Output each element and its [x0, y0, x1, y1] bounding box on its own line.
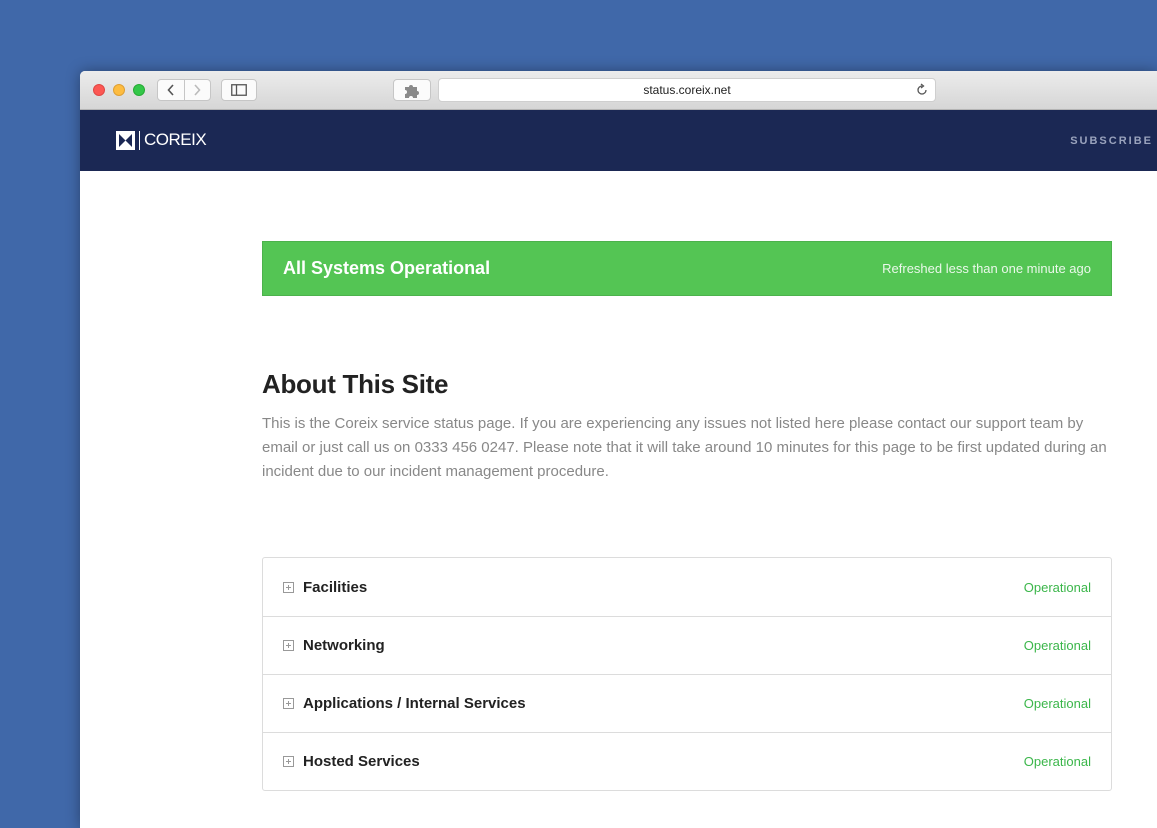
sidebar-button[interactable]	[221, 79, 257, 101]
plus-square-icon[interactable]	[283, 756, 294, 767]
about-description: This is the Coreix service status page. …	[262, 415, 1107, 480]
plus-square-icon[interactable]	[283, 698, 294, 709]
main-content: All Systems Operational Refreshed less t…	[262, 241, 1112, 791]
plus-square-icon[interactable]	[283, 640, 294, 651]
component-name: Facilities	[303, 578, 368, 596]
status-banner-title: All Systems Operational	[283, 258, 491, 278]
url-text: status.coreix.net	[643, 83, 731, 97]
reload-icon[interactable]	[915, 83, 929, 97]
status-banner: All Systems Operational Refreshed less t…	[262, 241, 1112, 296]
component-row-networking[interactable]: Networking Operational	[263, 616, 1111, 674]
back-button[interactable]	[158, 80, 184, 100]
component-status: Operational	[1023, 696, 1091, 711]
component-list: Facilities Operational Networking Operat…	[262, 557, 1112, 791]
component-status: Operational	[1023, 579, 1091, 595]
puzzle-icon	[405, 85, 419, 98]
component-row-hosted-services[interactable]: Hosted Services Operational	[263, 732, 1111, 790]
plus-square-icon[interactable]	[283, 581, 294, 593]
browser-toolbar: status.coreix.net	[80, 71, 1157, 110]
component-name: Applications / Internal Services	[303, 695, 526, 712]
navigation-buttons	[157, 79, 211, 101]
refresh-text: Refreshed less than one minute ago	[882, 261, 1091, 276]
chevron-left-icon	[167, 84, 174, 96]
minimize-window-button[interactable]	[113, 84, 125, 96]
component-status: Operational	[1023, 754, 1091, 769]
forward-button[interactable]	[185, 80, 211, 100]
sidebar-icon	[231, 84, 247, 96]
subscribe-button[interactable]: SUBSCRIBE	[1070, 135, 1153, 147]
about-title: About This Site	[262, 369, 449, 399]
extension-button[interactable]	[393, 79, 431, 101]
component-name: Hosted Services	[303, 753, 420, 770]
component-name: Networking	[303, 637, 385, 654]
component-status: Operational	[1023, 638, 1091, 653]
zoom-window-button[interactable]	[133, 84, 145, 96]
site-header: COREIX SUBSCRIBE	[80, 110, 1157, 171]
component-row-facilities[interactable]: Facilities Operational	[263, 558, 1111, 616]
address-bar[interactable]: status.coreix.net	[438, 78, 936, 102]
component-row-applications[interactable]: Applications / Internal Services Operati…	[263, 674, 1111, 732]
logo-text: COREIX	[144, 130, 207, 149]
coreix-logo[interactable]: COREIX	[116, 130, 207, 150]
chevron-right-icon	[194, 84, 201, 96]
close-window-button[interactable]	[93, 84, 105, 96]
browser-window: status.coreix.net COREIX SUBSCRIBE All S…	[80, 71, 1157, 828]
coreix-logo-mark	[116, 130, 135, 150]
